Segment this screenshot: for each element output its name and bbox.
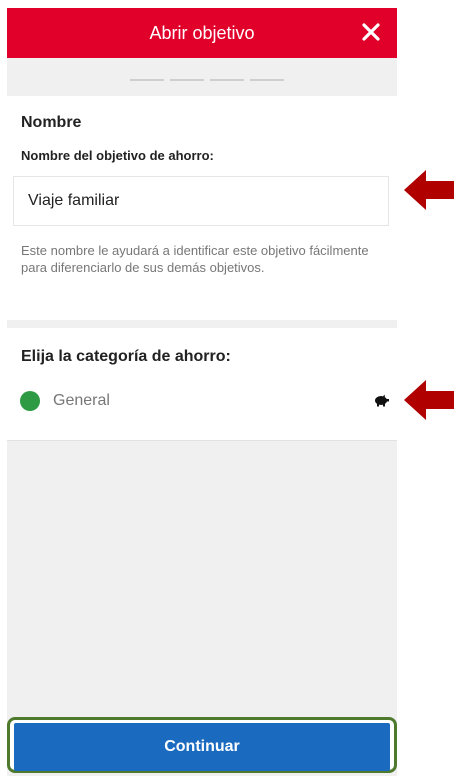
name-section-title: Nombre (21, 114, 82, 131)
continue-button[interactable]: Continuar (14, 723, 390, 771)
step-indicator (7, 58, 397, 96)
helper-text: Este nombre le ayudará a identificar est… (21, 243, 369, 275)
category-color-dot (20, 391, 40, 411)
annotation-arrow-name-field (404, 170, 454, 210)
annotation-arrow-category (404, 380, 454, 420)
close-button[interactable] (355, 16, 387, 48)
step-1 (130, 79, 164, 81)
category-selector[interactable]: General (7, 382, 397, 420)
goal-name-label: Nombre del objetivo de ahorro: (21, 148, 214, 163)
step-2 (170, 79, 204, 81)
step-4 (250, 79, 284, 81)
app-screen: Abrir objetivo Nombre Nombre del objetiv… (7, 8, 397, 776)
category-label: General (53, 392, 110, 409)
piggy-bank-icon (373, 394, 389, 412)
close-icon (362, 23, 380, 41)
name-section: Nombre Nombre del objetivo de ahorro: Vi… (7, 96, 397, 320)
step-3 (210, 79, 244, 81)
category-section: Elija la categoría de ahorro: General (7, 328, 397, 441)
page-title: Abrir objetivo (149, 22, 255, 43)
category-section-title: Elija la categoría de ahorro: (21, 348, 231, 365)
header-bar: Abrir objetivo (7, 8, 397, 58)
goal-name-value: Viaje familiar (28, 192, 120, 209)
goal-name-input[interactable]: Viaje familiar (13, 176, 389, 226)
